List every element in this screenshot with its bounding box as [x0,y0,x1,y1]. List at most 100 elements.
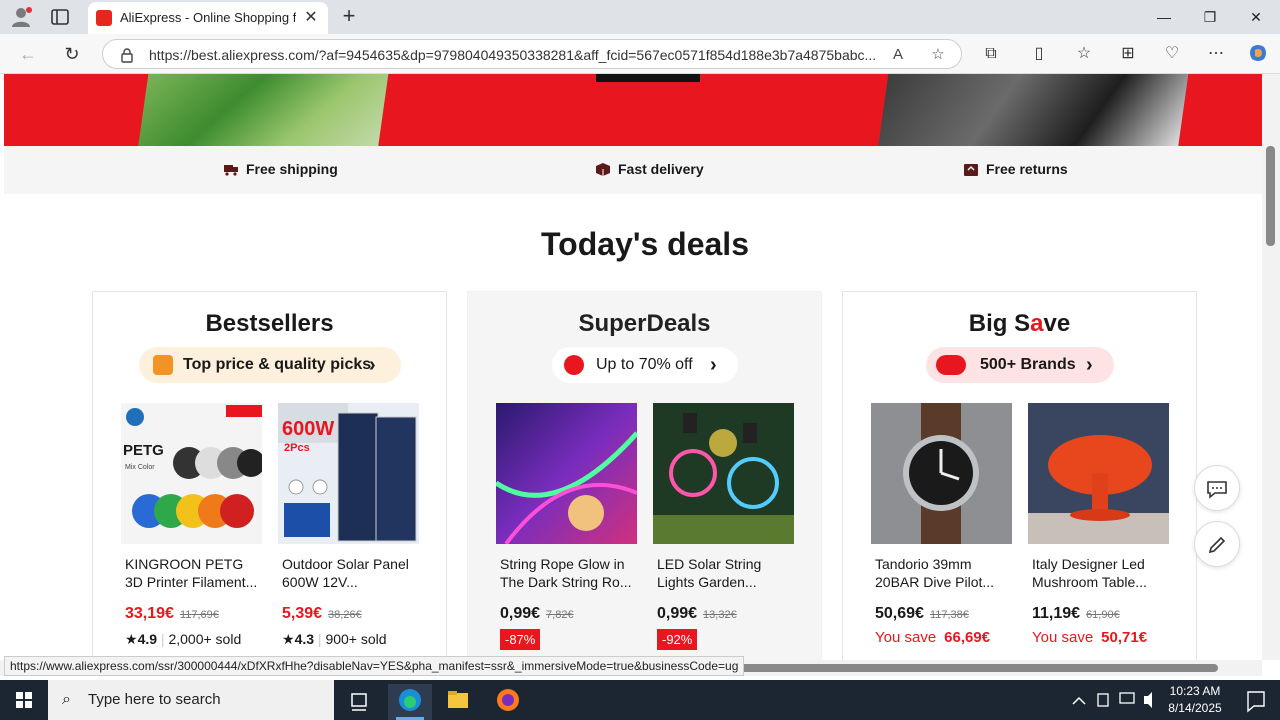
brands-icon [936,355,966,375]
favorites-icon[interactable]: ☆ [1073,43,1095,65]
more-icon[interactable]: ⋯ [1205,43,1227,65]
favorite-icon[interactable]: ☆ [929,46,947,64]
browser-essentials-icon[interactable]: ♡ [1161,43,1183,65]
split-icon[interactable]: ▯ [1028,43,1050,65]
banner-button[interactable] [596,74,700,82]
bestsellers-card[interactable]: Bestsellers Top price & quality picks › … [92,291,447,660]
title-part: ve [1043,310,1071,337]
lock-icon[interactable] [119,47,135,63]
discount-badge: -92% [657,629,698,650]
big-save-pill[interactable]: 500+ Brands › [926,347,1114,383]
bestsellers-pill[interactable]: Top price & quality picks › [139,347,401,383]
product-rating: ★4.9 | 2,000+ sold [125,631,242,647]
big-save-card[interactable]: Big Save 500+ Brands › Tandorio 39mm 20B… [842,291,1197,660]
clock[interactable]: 10:23 AM 8/14/2025 [1160,683,1230,717]
status-url: https://www.aliexpress.com/ssr/300000444… [4,656,745,676]
product-name[interactable]: String Rope Glow in The Dark String Ro..… [500,555,638,591]
chat-icon[interactable] [1194,465,1240,511]
product-name[interactable]: Outdoor Solar Panel 600W 12V... [282,555,420,591]
profile-icon[interactable] [10,6,34,28]
minimize-button[interactable]: — [1153,6,1175,28]
system-tray[interactable] [1070,680,1160,720]
benefits-bar: Free shipping Fast delivery Free returns [4,146,1262,194]
task-view-icon[interactable] [338,684,382,720]
product-image [496,403,637,544]
superdeals-pill[interactable]: Up to 70% off › [552,347,738,383]
title-part: a [1030,310,1044,337]
close-tab-icon[interactable]: ✕ [302,9,320,27]
deal-tag-icon [564,355,584,375]
benefit-label: Free shipping [246,161,338,177]
collections-icon[interactable]: ⊞ [1117,43,1139,65]
edge-taskbar-icon[interactable] [388,684,432,720]
copilot-icon[interactable] [1247,43,1269,65]
product-name[interactable]: KINGROON PETG 3D Printer Filament... [125,555,263,591]
sold-count: 900+ sold [325,631,387,647]
tab-aliexpress[interactable]: AliExpress - Online Shopping for Popular… [88,2,328,34]
close-window-button[interactable]: ✕ [1245,6,1267,28]
clock-time: 10:23 AM [1169,684,1221,698]
banner-garden-hose-image [138,74,390,146]
notification-icon[interactable] [1236,684,1276,720]
chevron-right-icon: › [710,354,717,376]
benefit-label: Free returns [986,161,1068,177]
product-price: 0,99€ 13,32€ [657,605,737,623]
tabs-icon[interactable] [50,8,70,26]
price-value: 0,99€ [500,605,541,622]
benefit-free-shipping: Free shipping [224,161,338,177]
product-image [871,403,1012,544]
address-toolbar: ← ↻ https://best.aliexpress.com/?af=9454… [0,34,1280,74]
box-icon [596,163,610,176]
windows-taskbar: ⌕ Type here to search 10:23 AM 8/14/2025 [0,680,1280,720]
windows-icon[interactable] [0,680,48,720]
superdeals-card[interactable]: SuperDeals Up to 70% off › String Rope G… [467,291,822,660]
discount-badge: -87% [500,629,541,650]
card-title: SuperDeals [578,310,711,337]
chevron-right-icon: › [369,354,376,376]
product-image [1028,403,1169,544]
you-save: You save 66,69€ [875,629,990,646]
card-title: Big Save [843,310,1196,338]
title-part: Big S [968,310,1031,337]
star-icon: ★ [125,631,138,647]
product-name[interactable]: LED Solar String Lights Garden... [657,555,795,591]
product-price: 50,69€ 117,38€ [875,605,969,623]
product-price: 11,19€ 61,90€ [1032,605,1120,623]
rating-value: 4.9 [137,631,158,647]
vertical-scrollbar[interactable] [1262,74,1280,660]
star-icon: ★ [282,631,295,647]
old-price: 117,38€ [929,609,969,621]
search-icon: ⌕ [62,691,71,708]
new-tab-button[interactable]: + [338,5,360,29]
extensions-icon[interactable]: ⧉ [980,43,1002,65]
benefit-fast-delivery: Fast delivery [596,161,704,177]
search-placeholder: Type here to search [88,691,221,708]
edit-icon[interactable] [1194,521,1240,567]
price-value: 33,19€ [125,605,174,622]
product-name[interactable]: Tandorio 39mm 20BAR Dive Pilot... [875,555,1013,591]
back-icon[interactable]: ← [16,42,40,66]
vertical-scroll-thumb[interactable] [1266,146,1275,246]
product-image: PETG Mix Color [121,403,262,544]
tab-title: AliExpress - Online Shopping for Popular… [120,10,296,25]
refresh-icon[interactable]: ↻ [60,42,84,66]
pill-label: Top price & quality picks [183,356,372,373]
promo-banner[interactable] [4,74,1262,146]
sold-count: 2,000+ sold [168,631,242,647]
save-value: 50,71€ [1101,629,1148,646]
truck-icon [224,163,238,176]
product-name[interactable]: Italy Designer Led Mushroom Table... [1032,555,1170,591]
product-price: 5,39€ 38,26€ [282,605,362,623]
chevron-right-icon: › [1086,354,1093,376]
url-text[interactable]: https://best.aliexpress.com/?af=9454635&… [149,47,879,63]
product-price: 0,99€ 7,82€ [500,605,574,623]
file-explorer-icon[interactable] [436,684,480,720]
read-aloud-icon[interactable]: A [889,46,907,64]
svg-text:2Pcs: 2Pcs [284,442,310,454]
address-bar[interactable]: https://best.aliexpress.com/?af=9454635&… [102,39,962,69]
taskbar-search[interactable]: ⌕ Type here to search [48,680,334,720]
todays-deals-title: Today's deals [541,226,749,262]
price-value: 11,19€ [1032,605,1081,622]
restore-button[interactable]: ❐ [1199,6,1221,28]
firefox-icon[interactable] [486,684,530,720]
